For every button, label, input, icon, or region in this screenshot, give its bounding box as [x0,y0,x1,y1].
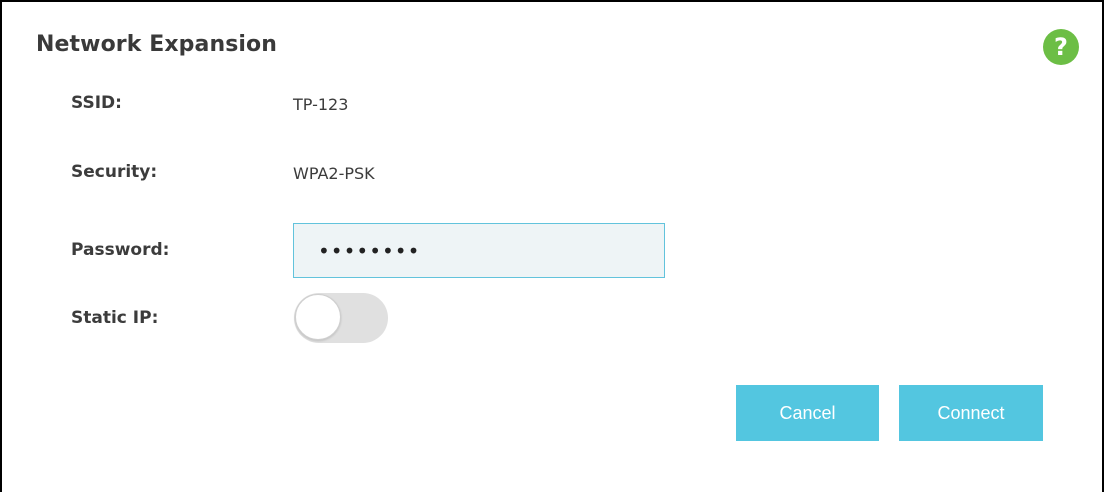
help-icon[interactable]: ? [1043,29,1079,65]
security-value: WPA2-PSK [293,164,375,183]
password-field[interactable] [293,223,665,278]
static-ip-toggle[interactable] [294,293,388,343]
connect-button[interactable]: Connect [899,385,1043,441]
network-expansion-panel: Network Expansion ? SSID: TP-123 Securit… [0,0,1104,492]
password-label: Password: [71,240,170,260]
ssid-value: TP-123 [293,95,349,114]
security-label: Security: [71,162,158,182]
ssid-label: SSID: [71,93,122,113]
page-title: Network Expansion [36,32,278,57]
static-ip-label: Static IP: [71,308,159,328]
toggle-knob [295,294,341,340]
cancel-button[interactable]: Cancel [736,385,879,441]
